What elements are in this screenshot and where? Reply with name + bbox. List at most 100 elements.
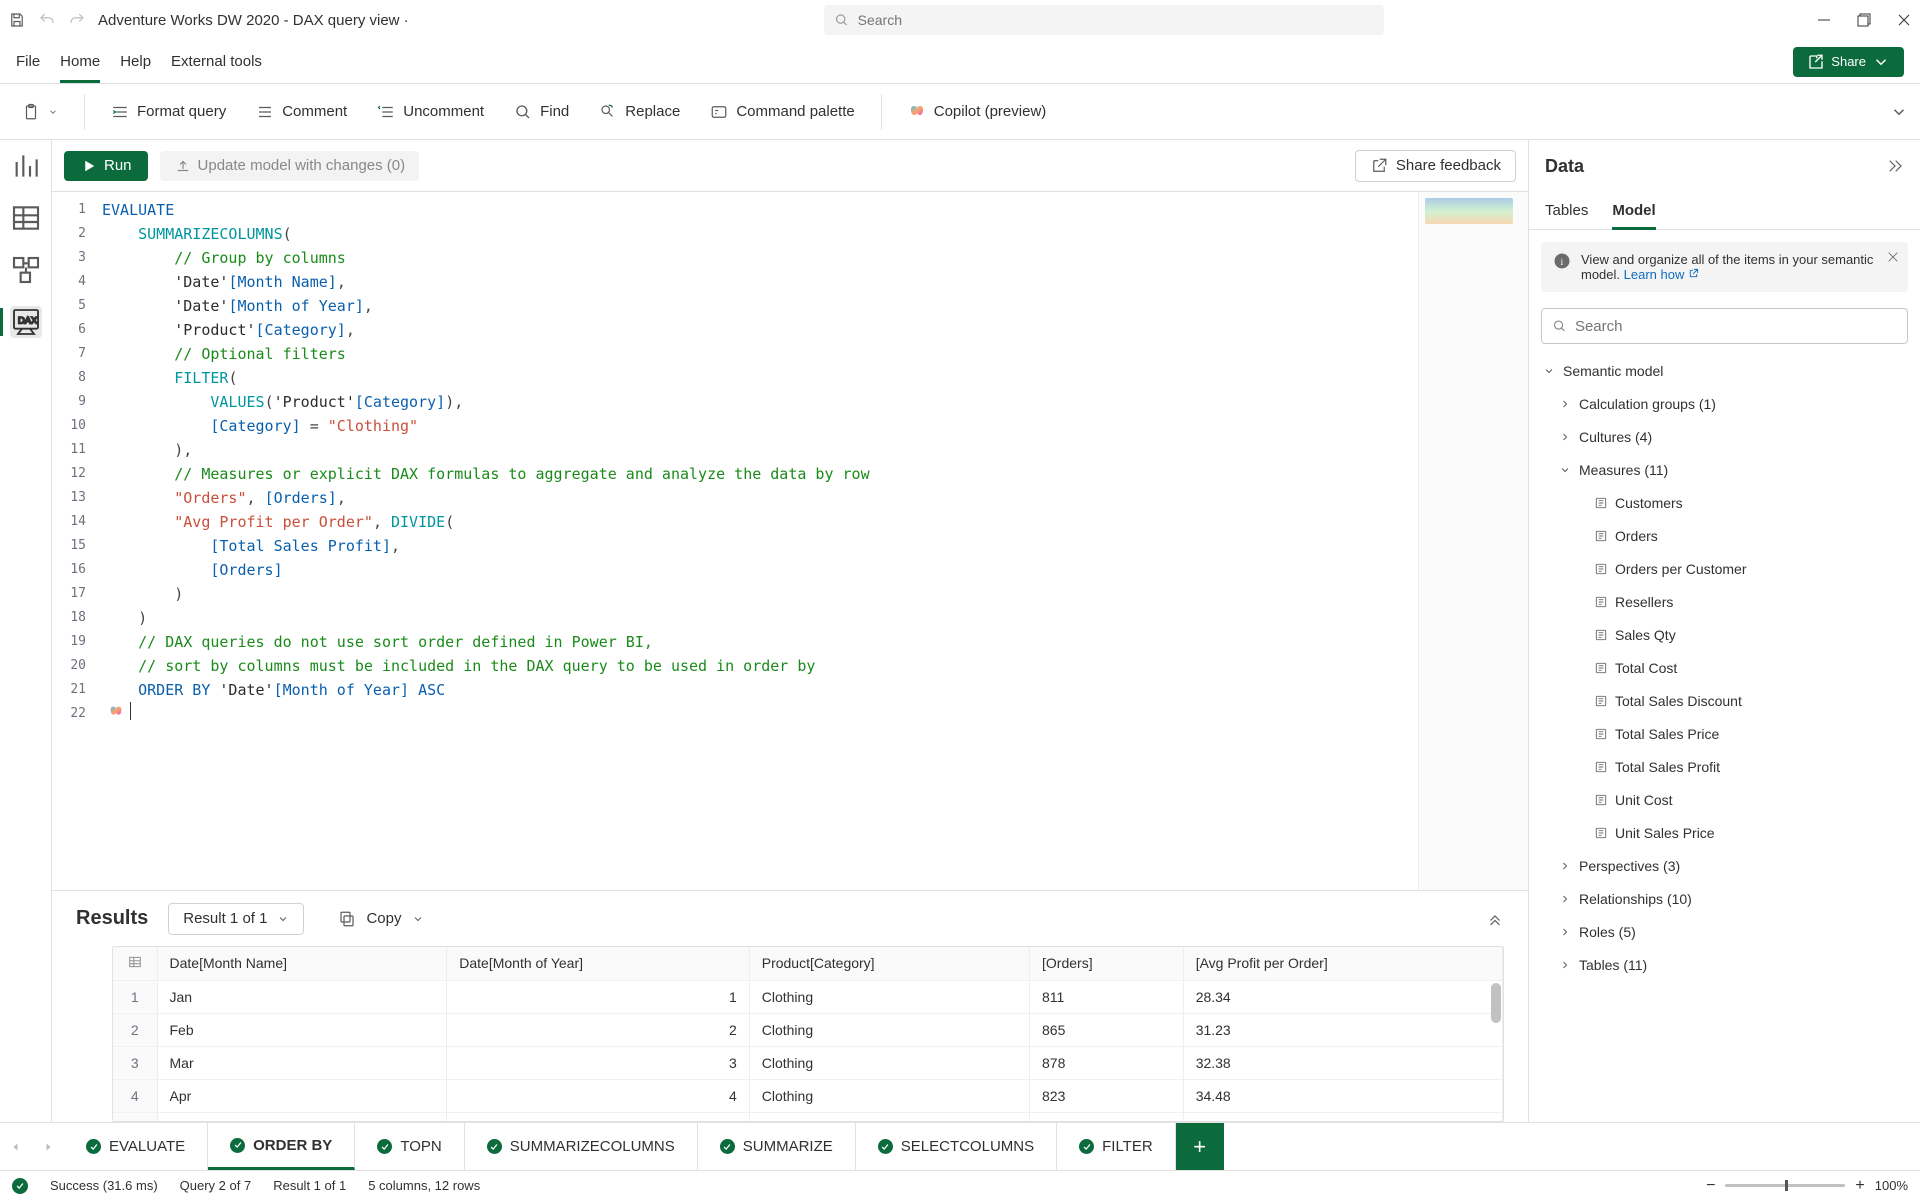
status-query: Query 2 of 7 [180,1178,252,1193]
command-palette-button[interactable]: Command palette [700,97,864,127]
measure-icon [1593,594,1609,610]
zoom-slider[interactable] [1725,1184,1845,1187]
run-button[interactable]: Run [64,151,148,181]
search-input[interactable] [858,12,1375,28]
model-search-input[interactable] [1575,318,1897,335]
measure-item[interactable]: Unit Cost [1541,783,1908,816]
dax-view-icon[interactable]: DAX [10,306,42,338]
chevron-down-icon [412,910,424,928]
table-row[interactable]: 4Apr4Clothing82334.48 [113,1079,1503,1112]
results-scrollbar[interactable] [1491,983,1501,1119]
comment-button[interactable]: Comment [246,97,357,127]
svg-text:i: i [1561,257,1564,268]
chevron-right-icon[interactable] [1557,893,1573,905]
measure-item[interactable]: Resellers [1541,585,1908,618]
model-search[interactable] [1541,308,1908,344]
measure-item[interactable]: Total Cost [1541,651,1908,684]
close-icon[interactable] [1886,250,1900,264]
zoom-out-icon[interactable]: − [1706,1177,1715,1195]
global-search[interactable] [824,5,1384,35]
col-header[interactable]: [Orders] [1030,947,1184,980]
query-tab[interactable]: FILTER [1057,1123,1176,1170]
share-feedback-button[interactable]: Share feedback [1355,150,1516,182]
chevron-right-icon[interactable] [1557,431,1573,443]
measure-item[interactable]: Unit Sales Price [1541,816,1908,849]
table-row[interactable]: 5May5Clothing105639.92 [113,1112,1503,1122]
close-icon[interactable] [1896,12,1912,28]
undo-icon[interactable] [38,11,56,29]
find-button[interactable]: Find [504,97,579,127]
restore-icon[interactable] [1856,12,1872,28]
query-tab[interactable]: TOPN [355,1123,464,1170]
measure-icon [1593,825,1609,841]
save-icon[interactable] [8,11,26,29]
copilot-inline-icon[interactable] [106,702,126,722]
chevron-down-icon[interactable] [1541,365,1557,377]
menu-file[interactable]: File [16,40,40,83]
add-query-tab[interactable]: + [1176,1123,1224,1170]
chevron-right-icon[interactable] [1557,860,1573,872]
copilot-button[interactable]: Copilot (preview) [898,97,1057,127]
table-row[interactable]: 3Mar3Clothing87832.38 [113,1046,1503,1079]
share-button[interactable]: Share [1793,47,1904,77]
query-tab[interactable]: SUMMARIZE [698,1123,856,1170]
format-icon [111,103,129,121]
collapse-results-icon[interactable] [1486,910,1504,928]
result-selector[interactable]: Result 1 of 1 [168,903,304,935]
chevron-right-icon[interactable] [1557,926,1573,938]
model-tree[interactable]: Semantic model Calculation groups (1) Cu… [1529,354,1920,1122]
measure-item[interactable]: Sales Qty [1541,618,1908,651]
zoom-in-icon[interactable]: + [1855,1177,1864,1195]
measure-item[interactable]: Customers [1541,486,1908,519]
code-editor[interactable]: 1EVALUATE 2 SUMMARIZECOLUMNS( 3 // Group… [52,192,1418,890]
replace-button[interactable]: Replace [589,97,690,127]
report-view-icon[interactable] [10,150,42,182]
menu-home[interactable]: Home [60,40,100,83]
col-header[interactable]: Date[Month Name] [157,947,447,980]
measure-icon [1593,627,1609,643]
chevron-down-icon[interactable] [1557,464,1573,476]
measure-item[interactable]: Total Sales Profit [1541,750,1908,783]
chevron-right-icon[interactable] [1557,959,1573,971]
measure-item[interactable]: Orders per Customer [1541,552,1908,585]
minimize-icon[interactable] [1816,12,1832,28]
table-row[interactable]: 1Jan1Clothing81128.34 [113,980,1503,1013]
col-header[interactable]: Product[Category] [749,947,1029,980]
collapse-pane-icon[interactable] [1886,157,1904,175]
redo-icon[interactable] [68,11,86,29]
tab-nav-left[interactable] [0,1123,32,1170]
query-tab[interactable]: SUMMARIZECOLUMNS [465,1123,698,1170]
menu-external-tools[interactable]: External tools [171,40,262,83]
table-view-icon[interactable] [10,202,42,234]
check-icon [1079,1139,1094,1154]
tab-nav-right[interactable] [32,1123,64,1170]
menu-help[interactable]: Help [120,40,151,83]
table-row[interactable]: 2Feb2Clothing86531.23 [113,1013,1503,1046]
chevron-down-icon[interactable] [1890,103,1908,121]
measure-item[interactable]: Total Sales Discount [1541,684,1908,717]
model-view-icon[interactable] [10,254,42,286]
learn-how-link[interactable]: Learn how [1624,267,1699,282]
tab-model[interactable]: Model [1612,192,1655,229]
replace-icon [599,103,617,121]
uncomment-button[interactable]: Uncomment [367,97,494,127]
measure-item[interactable]: Orders [1541,519,1908,552]
query-tab[interactable]: ORDER BY [208,1123,355,1170]
query-tab[interactable]: SELECTCOLUMNS [856,1123,1057,1170]
uncomment-icon [377,103,395,121]
col-header[interactable]: [Avg Profit per Order] [1183,947,1502,980]
editor-minimap[interactable] [1418,192,1528,890]
status-result: Result 1 of 1 [273,1178,346,1193]
update-model-button: Update model with changes (0) [160,151,420,181]
check-icon [720,1139,735,1154]
tab-tables[interactable]: Tables [1545,192,1588,229]
copy-icon [338,910,356,928]
col-header[interactable]: Date[Month of Year] [447,947,749,980]
format-query-button[interactable]: Format query [101,97,236,127]
query-tab[interactable]: EVALUATE [64,1123,208,1170]
chevron-right-icon[interactable] [1557,398,1573,410]
measure-item[interactable]: Total Sales Price [1541,717,1908,750]
results-grid[interactable]: Date[Month Name] Date[Month of Year] Pro… [113,947,1503,1122]
copy-button[interactable]: Copy [324,904,437,934]
paste-button[interactable] [12,97,68,127]
